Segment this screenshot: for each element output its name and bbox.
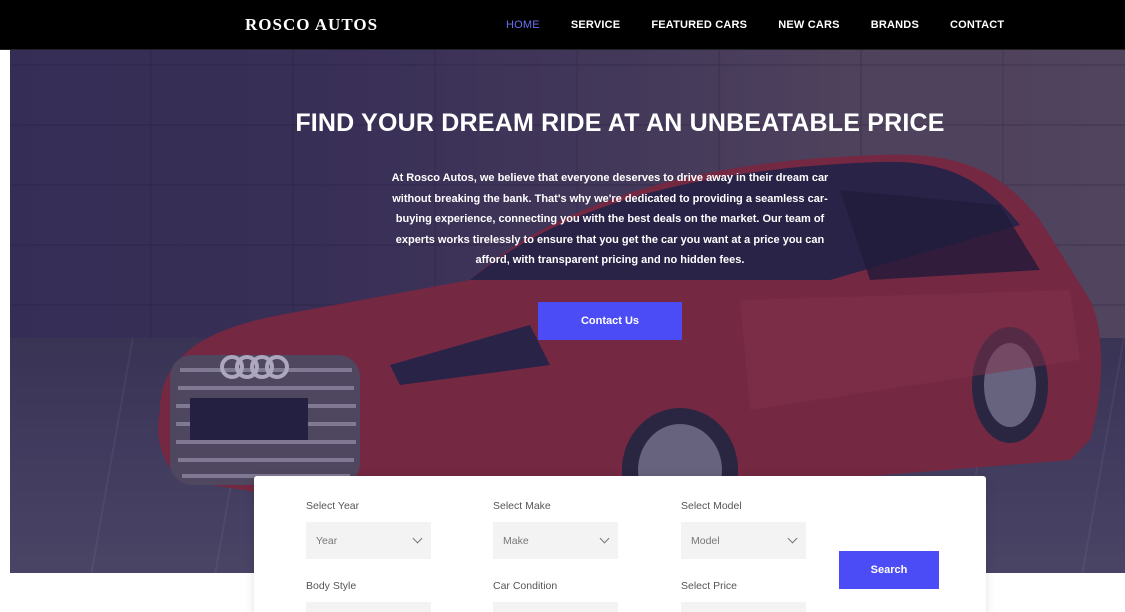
car-search-panel: Select Year Year Select Make Make Select… <box>254 476 986 612</box>
make-field: Select Make Make <box>493 500 618 559</box>
chevron-down-icon <box>412 533 423 544</box>
body-style-select[interactable] <box>306 602 431 612</box>
body-style-label: Body Style <box>306 580 357 592</box>
price-field: Select Price <box>681 580 806 612</box>
year-select[interactable]: Year <box>306 522 431 559</box>
car-condition-select[interactable] <box>493 602 618 612</box>
hero-description: At Rosco Autos, we believe that everyone… <box>391 172 829 266</box>
model-field: Select Model Model <box>681 500 806 559</box>
make-select-value: Make <box>503 534 529 547</box>
nav-item-brands[interactable]: BRANDS <box>871 19 919 31</box>
nav-item-featured-cars[interactable]: FEATURED CARS <box>651 19 747 31</box>
body-style-field: Body Style <box>306 580 431 612</box>
car-condition-label: Car Condition <box>493 580 558 592</box>
nav-item-contact[interactable]: CONTACT <box>950 19 1004 31</box>
nav-item-new-cars[interactable]: NEW CARS <box>778 19 840 31</box>
model-label: Select Model <box>681 500 742 512</box>
year-select-value: Year <box>316 534 338 547</box>
contact-us-button[interactable]: Contact Us <box>538 302 682 340</box>
chevron-down-icon <box>787 533 798 544</box>
search-button[interactable]: Search <box>839 551 939 589</box>
car-condition-field: Car Condition <box>493 580 618 612</box>
nav-item-home[interactable]: HOME <box>506 19 540 31</box>
price-select[interactable] <box>681 602 806 612</box>
nav-menu: HOME SERVICE FEATURED CARS NEW CARS BRAN… <box>506 19 1004 31</box>
make-label: Select Make <box>493 500 551 512</box>
chevron-down-icon <box>599 533 610 544</box>
brand-logo[interactable]: ROSCO AUTOS <box>245 15 378 35</box>
top-navbar: ROSCO AUTOS HOME SERVICE FEATURED CARS N… <box>0 0 1125 50</box>
model-select[interactable]: Model <box>681 522 806 559</box>
nav-item-service[interactable]: SERVICE <box>571 19 621 31</box>
price-label: Select Price <box>681 580 738 592</box>
hero-title: FIND YOUR DREAM RIDE AT AN UNBEATABLE PR… <box>295 109 945 137</box>
page: ROSCO AUTOS HOME SERVICE FEATURED CARS N… <box>0 0 1125 612</box>
model-select-value: Model <box>691 534 720 547</box>
year-field: Select Year Year <box>306 500 431 559</box>
year-label: Select Year <box>306 500 360 512</box>
make-select[interactable]: Make <box>493 522 618 559</box>
